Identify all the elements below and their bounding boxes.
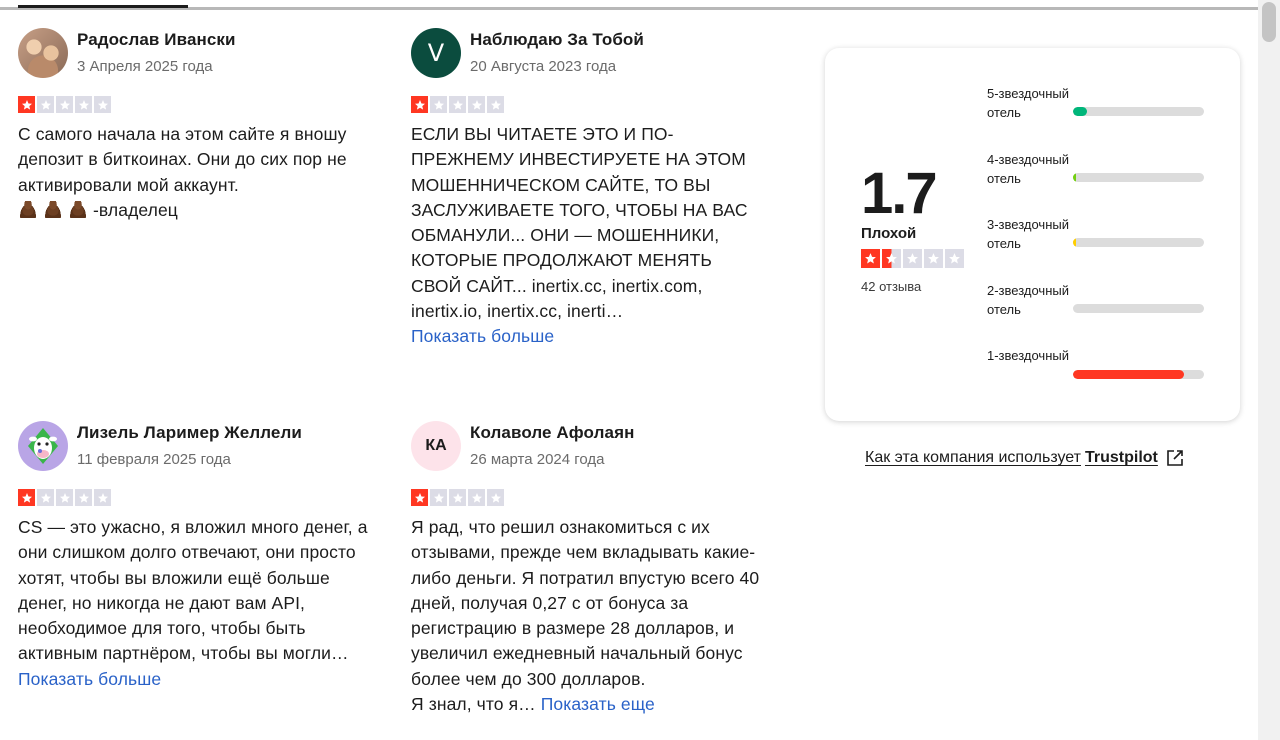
review-date: 11 февраля 2025 года xyxy=(77,451,231,468)
star-icon xyxy=(411,489,428,506)
cow-avatar-icon xyxy=(28,428,58,464)
external-link-icon xyxy=(1167,450,1183,466)
review-body-tail: -владелец xyxy=(93,199,178,220)
rating-bar-fill xyxy=(1073,238,1076,247)
rating-bar-track xyxy=(1073,173,1204,182)
rating-bar-label: 1-звездочный xyxy=(987,348,1069,363)
rating-bar-label: 5-звездочный отель xyxy=(987,86,1069,120)
show-more-link[interactable]: Показать еще xyxy=(541,694,655,714)
star-icon xyxy=(56,96,73,113)
avatar-initials: КА xyxy=(425,437,447,454)
rating-bar-2[interactable]: 2-звездочный отель xyxy=(987,281,1207,341)
rating-bar-track xyxy=(1073,238,1204,247)
star-icon xyxy=(18,489,35,506)
rating-bar-label: 4-звездочный отель xyxy=(987,152,1069,186)
star-icon xyxy=(37,96,54,113)
rating-bar-5[interactable]: 5-звездочный отель xyxy=(987,84,1207,144)
star-icon xyxy=(903,249,922,268)
trustpilot-brand: Trustpilot xyxy=(1084,449,1158,466)
star-icon xyxy=(430,96,447,113)
show-more-link[interactable]: Показать больше xyxy=(18,669,161,689)
review-text: ЕСЛИ ВЫ ЧИТАЕТЕ ЭТО И ПО-ПРЕЖНЕМУ ИНВЕСТ… xyxy=(411,122,761,350)
review-text: CS — это ужасно, я вложил много денег, а… xyxy=(18,515,368,692)
rating-bar-1[interactable]: 1-звездочный xyxy=(987,346,1207,406)
pile-of-poo-icon xyxy=(43,200,63,218)
avatar[interactable] xyxy=(18,421,68,471)
review-card: Радослав Ивански 3 Апреля 2025 года С са… xyxy=(18,28,368,223)
star-icon xyxy=(487,96,504,113)
rating-bar-4[interactable]: 4-звездочный отель xyxy=(987,150,1207,210)
active-tab-indicator xyxy=(18,5,188,8)
star-icon xyxy=(487,489,504,506)
review-date: 3 Апреля 2025 года xyxy=(77,58,213,75)
avatar[interactable]: КА xyxy=(411,421,461,471)
star-icon xyxy=(18,96,35,113)
page-scrollbar[interactable] xyxy=(1258,0,1280,740)
star-icon xyxy=(924,249,943,268)
rating-bar-label: 2-звездочный отель xyxy=(987,283,1069,317)
rating-bar-track xyxy=(1073,370,1204,379)
review-stars xyxy=(411,96,761,113)
star-icon xyxy=(411,96,428,113)
star-icon xyxy=(430,489,447,506)
rating-bar-track xyxy=(1073,304,1204,313)
review-stars xyxy=(18,489,368,506)
rating-bar-track xyxy=(1073,107,1204,116)
reviewer-name[interactable]: Радослав Ивански xyxy=(77,30,236,50)
review-card: Лизель Лаример Желлели 11 февраля 2025 г… xyxy=(18,421,368,692)
star-icon xyxy=(94,489,111,506)
rating-bar-3[interactable]: 3-звездочный отель xyxy=(987,215,1207,275)
avatar-letter: V xyxy=(427,39,445,67)
rating-bar-label: 3-звездочный отель xyxy=(987,217,1069,251)
star-icon xyxy=(75,489,92,506)
rating-bar-fill xyxy=(1073,370,1185,379)
review-body: Я рад, что решил ознакомиться с их отзыв… xyxy=(411,517,760,689)
summary-stars xyxy=(861,249,964,268)
review-stars xyxy=(18,96,368,113)
star-icon xyxy=(449,489,466,506)
pile-of-poo-icon xyxy=(68,200,88,218)
review-text: Я рад, что решил ознакомиться с их отзыв… xyxy=(411,515,761,717)
star-icon xyxy=(94,96,111,113)
review-text: С самого начала на этом сайте я вношу де… xyxy=(18,122,368,223)
star-icon xyxy=(449,96,466,113)
review-body: ЕСЛИ ВЫ ЧИТАЕТЕ ЭТО И ПО-ПРЕЖНЕМУ ИНВЕСТ… xyxy=(411,124,748,322)
star-icon xyxy=(37,489,54,506)
scrollbar-thumb[interactable] xyxy=(1262,2,1276,42)
star-icon xyxy=(468,489,485,506)
review-card: V Наблюдаю За Тобой 20 Августа 2023 года… xyxy=(411,28,761,350)
review-body: С самого начала на этом сайте я вношу де… xyxy=(18,124,347,195)
show-more-link[interactable]: Показать больше xyxy=(411,326,554,346)
tabs-divider xyxy=(0,7,1258,10)
review-card: КА Колаволе Афолаян 26 марта 2024 года Я… xyxy=(411,421,761,717)
rating-bar-fill xyxy=(1073,107,1088,116)
review-body-continued: Я знал, что я… xyxy=(411,694,541,715)
how-company-uses-trustpilot-link[interactable]: Как эта компания использует Trustpilot xyxy=(865,449,1184,467)
star-icon xyxy=(945,249,964,268)
star-icon xyxy=(75,96,92,113)
review-date: 20 Августа 2023 года xyxy=(470,58,617,75)
link-text: Как эта компания использует xyxy=(865,449,1081,466)
avatar[interactable] xyxy=(18,28,68,78)
review-count: 42 отзыва xyxy=(861,279,922,294)
review-stars xyxy=(411,489,761,506)
avatar[interactable]: V xyxy=(411,28,461,78)
star-icon xyxy=(56,489,73,506)
reviewer-name[interactable]: Лизель Лаример Желлели xyxy=(77,423,302,443)
star-icon xyxy=(882,249,901,268)
review-date: 26 марта 2024 года xyxy=(470,451,605,468)
review-body: CS — это ужасно, я вложил много денег, а… xyxy=(18,517,368,664)
rating-bar-fill xyxy=(1073,173,1076,182)
reviewer-name[interactable]: Колаволе Афолаян xyxy=(470,423,634,443)
star-icon xyxy=(468,96,485,113)
reviewer-name[interactable]: Наблюдаю За Тобой xyxy=(470,30,644,50)
rating-summary-card: 1.7 Плохой 42 отзыва 5-звездочный отель … xyxy=(825,48,1240,421)
star-icon xyxy=(861,249,880,268)
trust-score: 1.7 xyxy=(861,161,938,226)
trust-score-label: Плохой xyxy=(861,225,917,242)
pile-of-poo-icon xyxy=(18,200,38,218)
